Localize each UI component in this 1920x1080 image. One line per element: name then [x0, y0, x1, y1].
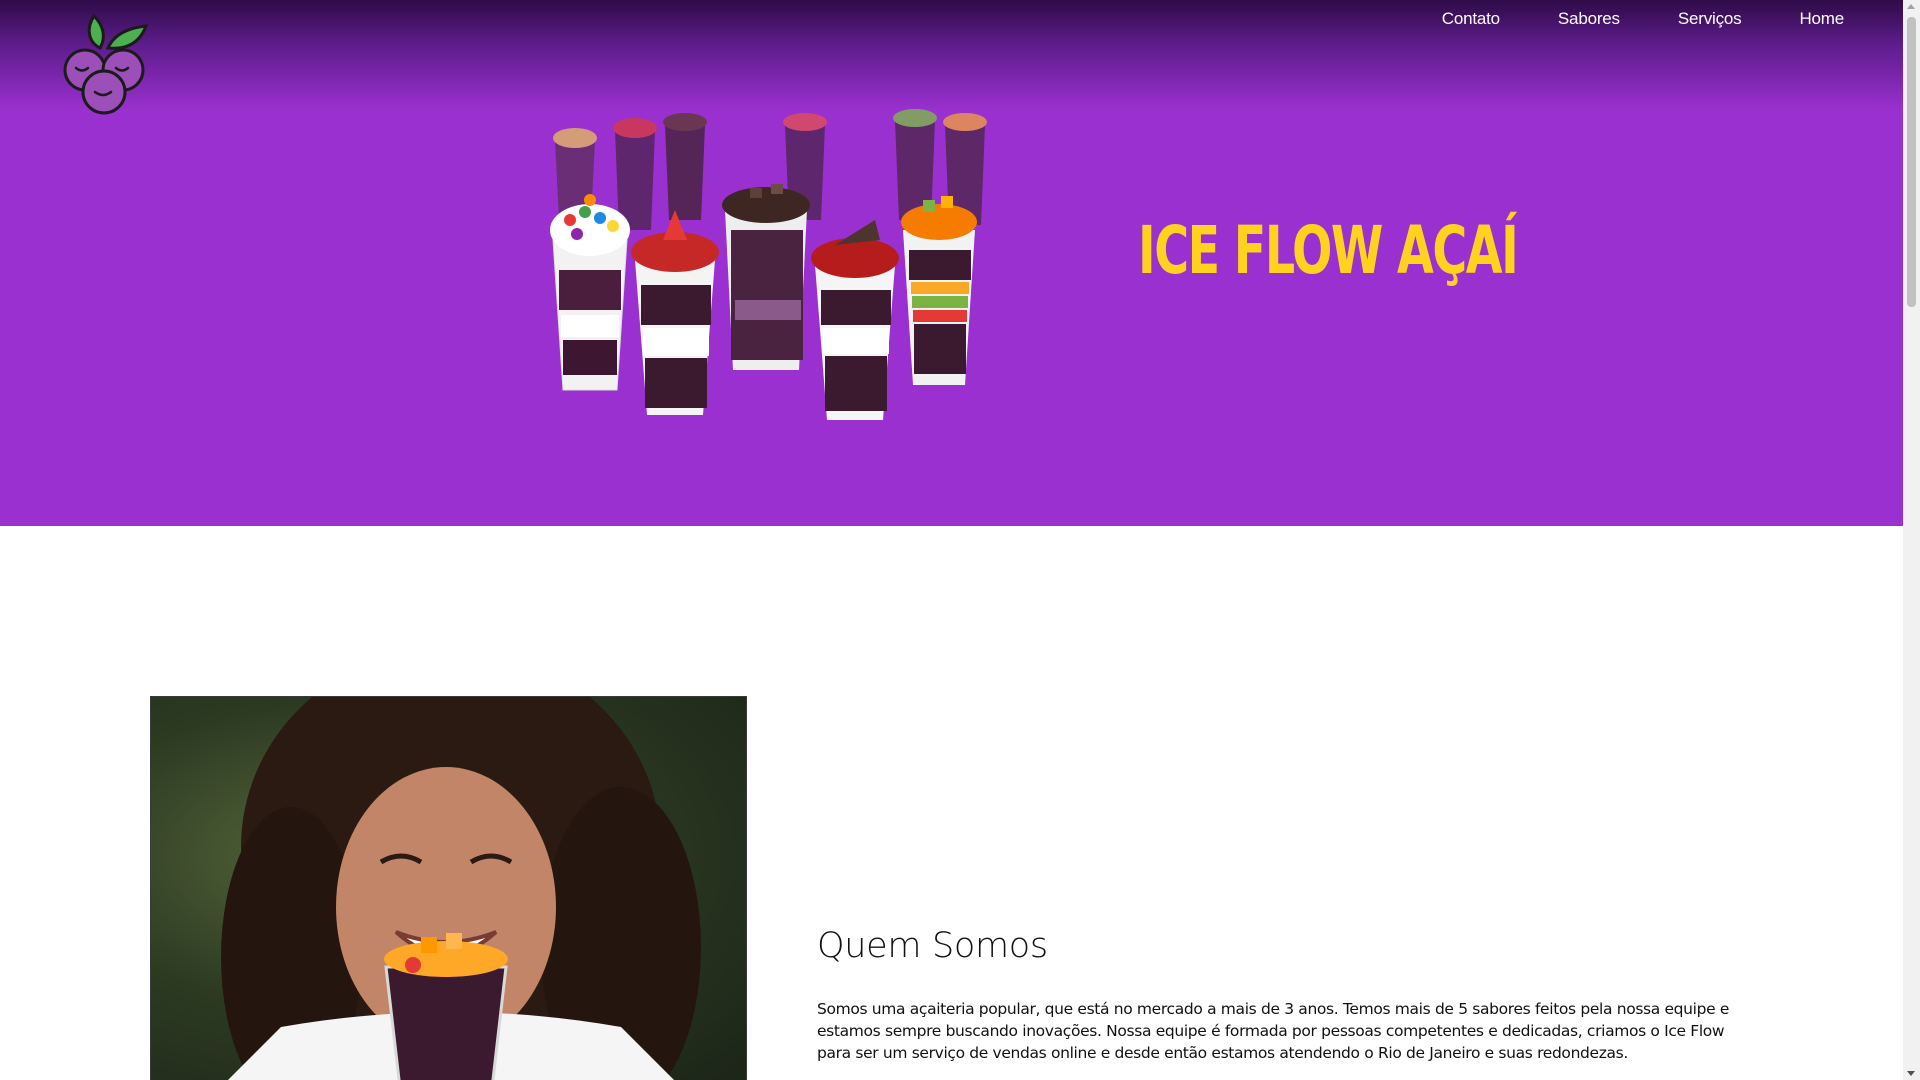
woman-eating-acai-photo [150, 696, 747, 1080]
nav-item-servicos[interactable]: Serviços [1649, 9, 1771, 29]
nav-item-sabores[interactable]: Sabores [1529, 9, 1649, 29]
acai-berries-logo-icon[interactable] [58, 12, 150, 117]
acai-cups-image [535, 100, 1035, 430]
about-heading: Quem Somos [817, 926, 1048, 966]
scroll-thumb[interactable] [1907, 17, 1916, 307]
about-text: Somos uma açaiteria popular, que está no… [817, 1000, 1730, 1062]
main-nav: Contato Sabores Serviços Home [1413, 9, 1873, 29]
hero-section: Contato Sabores Serviços Home ICE FLOW A… [0, 0, 1903, 526]
page: Contato Sabores Serviços Home ICE FLOW A… [0, 0, 1903, 1080]
nav-item-home[interactable]: Home [1770, 9, 1873, 29]
nav-item-contato[interactable]: Contato [1413, 9, 1529, 29]
scroll-up-arrow-icon[interactable] [1907, 4, 1915, 9]
vertical-scrollbar[interactable] [1903, 0, 1920, 1080]
scroll-down-arrow-icon[interactable] [1907, 1071, 1915, 1076]
hero-title: ICE FLOW AÇAÍ [1138, 212, 1519, 289]
